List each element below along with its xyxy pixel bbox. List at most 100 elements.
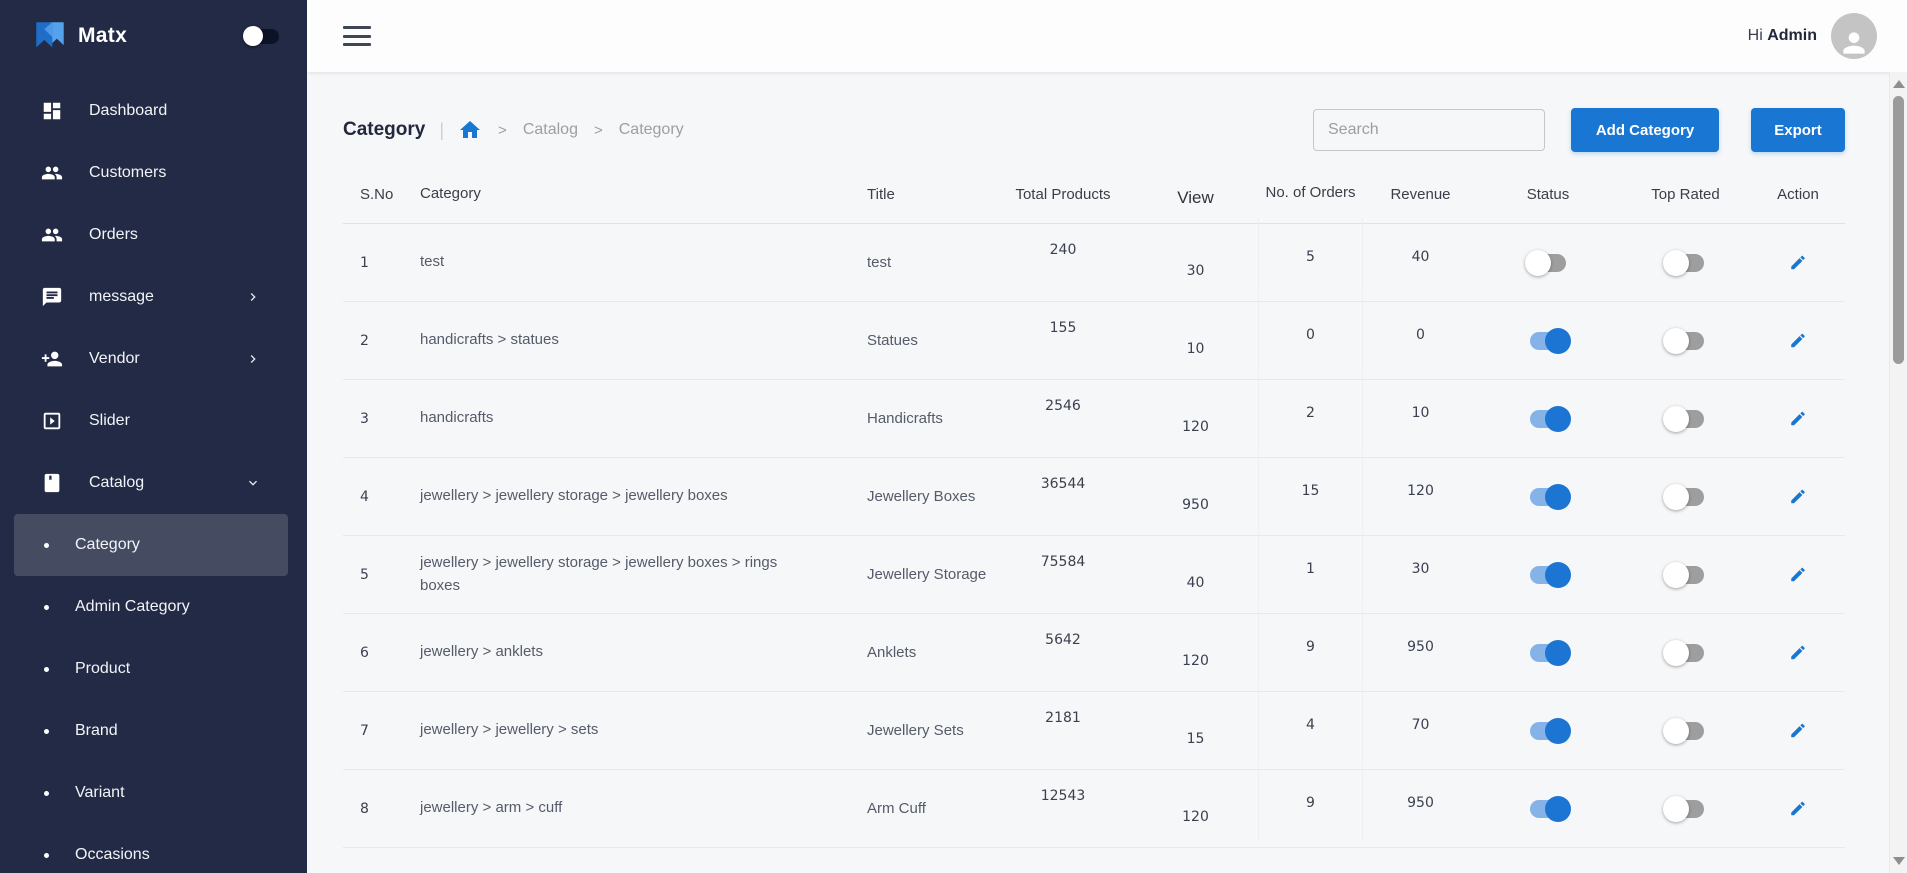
cell-status [1478, 488, 1618, 506]
home-icon[interactable] [458, 118, 482, 142]
add-category-button[interactable]: Add Category [1571, 108, 1719, 152]
status-toggle[interactable] [1530, 488, 1566, 506]
sidebar-mode-toggle[interactable] [247, 29, 279, 44]
bullet-icon [44, 543, 49, 548]
edit-button[interactable] [1783, 248, 1813, 278]
header-actions: Add Category Export [1313, 108, 1845, 152]
top-rated-toggle[interactable] [1668, 566, 1704, 584]
sidebar-subitem-label: Admin Category [75, 598, 190, 616]
breadcrumb-link-category[interactable]: Category [619, 121, 684, 139]
top-rated-toggle[interactable] [1668, 722, 1704, 740]
edit-button[interactable] [1783, 716, 1813, 746]
status-toggle[interactable] [1530, 800, 1566, 818]
status-toggle[interactable] [1530, 254, 1566, 272]
sidebar-item-slider[interactable]: Slider [0, 390, 307, 452]
sidebar-item-admin-category[interactable]: Admin Category [14, 576, 288, 638]
user-greeting: Hi Admin [1748, 27, 1817, 45]
column-header-action: Action [1753, 186, 1843, 203]
app-window: Matx DashboardCustomersOrdersmessageVend… [0, 0, 1907, 873]
scrollbar-thumb[interactable] [1893, 96, 1904, 364]
top-rated-toggle[interactable] [1668, 410, 1704, 428]
top-rated-toggle[interactable] [1668, 488, 1704, 506]
cell-top_rated [1618, 332, 1753, 350]
edit-button[interactable] [1783, 404, 1813, 434]
cell-top_rated [1618, 800, 1753, 818]
slideshow-icon [40, 409, 64, 433]
edit-button[interactable] [1783, 326, 1813, 356]
menu-toggle-icon[interactable] [343, 26, 371, 46]
export-button[interactable]: Export [1751, 108, 1845, 152]
sidebar-item-product[interactable]: Product [14, 638, 288, 700]
cell-revenue: 70 [1363, 717, 1478, 733]
breadcrumb: Category | > Catalog > Category [343, 118, 684, 142]
cell-top_rated [1618, 488, 1753, 506]
toggle-knob [1663, 718, 1689, 744]
sidebar-item-orders[interactable]: Orders [0, 204, 307, 266]
sidebar-item-occasions[interactable]: Occasions [14, 824, 288, 873]
cell-view: 120 [1133, 809, 1258, 825]
edit-pencil-icon [1789, 329, 1807, 352]
main-content: Category | > Catalog > Category Add Cate… [307, 72, 1889, 873]
edit-pencil-icon [1789, 251, 1807, 274]
cell-view: 120 [1133, 419, 1258, 435]
cell-sno: 1 [343, 255, 398, 271]
sidebar-item-variant[interactable]: Variant [14, 762, 288, 824]
edit-pencil-icon [1789, 719, 1807, 742]
table-row: 8jewellery > arm > cuffArm Cuff125431209… [343, 770, 1845, 848]
status-toggle[interactable] [1530, 722, 1566, 740]
edit-pencil-icon [1789, 641, 1807, 664]
edit-pencil-icon [1789, 797, 1807, 820]
sidebar-item-message[interactable]: message [0, 266, 307, 328]
sidebar-item-customers[interactable]: Customers [0, 142, 307, 204]
edit-button[interactable] [1783, 482, 1813, 512]
cell-category: jewellery > jewellery storage > jeweller… [398, 552, 843, 597]
edit-button[interactable] [1783, 638, 1813, 668]
column-header-top-rated: Top Rated [1618, 186, 1753, 203]
cell-total_products: 5642 [993, 632, 1133, 648]
sidebar-item-catalog[interactable]: Catalog [0, 452, 307, 514]
top-rated-toggle[interactable] [1668, 800, 1704, 818]
sidebar-mode-toggle-knob [243, 26, 263, 46]
toggle-knob [1545, 718, 1571, 744]
column-header-revenue: Revenue [1363, 186, 1478, 203]
cell-revenue: 10 [1363, 405, 1478, 421]
user-avatar[interactable] [1831, 13, 1877, 59]
edit-pencil-icon [1789, 407, 1807, 430]
cell-revenue: 40 [1363, 249, 1478, 265]
top-rated-toggle[interactable] [1668, 254, 1704, 272]
toggle-knob [1545, 406, 1571, 432]
cell-status [1478, 800, 1618, 818]
sidebar-item-brand[interactable]: Brand [14, 700, 288, 762]
status-toggle[interactable] [1530, 410, 1566, 428]
toggle-knob [1663, 562, 1689, 588]
table-row: 3handicraftsHandicrafts2546120210 [343, 380, 1845, 458]
cell-action [1753, 482, 1843, 512]
cell-action [1753, 638, 1843, 668]
sidebar-item-category[interactable]: Category [14, 514, 288, 576]
breadcrumb-chevron-icon: > [594, 122, 603, 139]
table-row: 4jewellery > jewellery storage > jewelle… [343, 458, 1845, 536]
book-icon [40, 471, 64, 495]
cell-top_rated [1618, 644, 1753, 662]
status-toggle[interactable] [1530, 566, 1566, 584]
status-toggle[interactable] [1530, 332, 1566, 350]
toggle-knob [1663, 484, 1689, 510]
scrollbar-down-arrow[interactable] [1890, 851, 1907, 871]
chevron-right-icon [245, 351, 261, 367]
top-rated-toggle[interactable] [1668, 644, 1704, 662]
cell-orders: 9 [1258, 608, 1363, 685]
topbar-right: Hi Admin [1748, 13, 1877, 59]
status-toggle[interactable] [1530, 644, 1566, 662]
search-input[interactable] [1313, 109, 1545, 151]
top-rated-toggle[interactable] [1668, 332, 1704, 350]
cell-orders: 2 [1258, 374, 1363, 451]
scrollbar-up-arrow[interactable] [1890, 74, 1907, 94]
sidebar-item-dashboard[interactable]: Dashboard [0, 80, 307, 142]
breadcrumb-link-catalog[interactable]: Catalog [523, 121, 578, 139]
sidebar-item-vendor[interactable]: Vendor [0, 328, 307, 390]
table-row: 1testtest24030540 [343, 224, 1845, 302]
edit-button[interactable] [1783, 560, 1813, 590]
cell-title: Statues [843, 332, 993, 349]
bullet-icon [44, 853, 49, 858]
edit-button[interactable] [1783, 794, 1813, 824]
